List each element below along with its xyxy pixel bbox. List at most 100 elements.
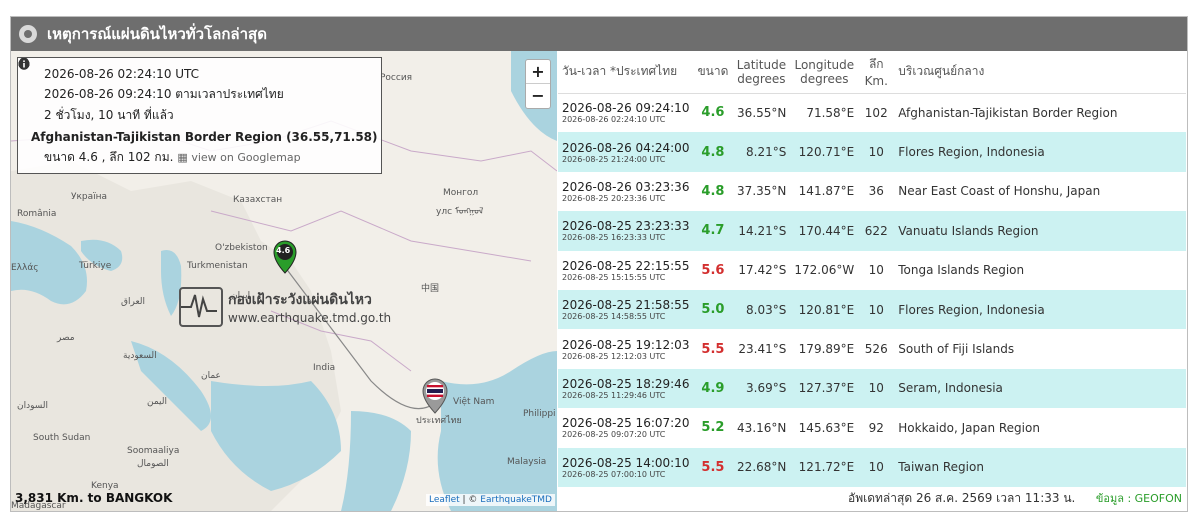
table-row[interactable]: 2026-08-25 21:58:55 2026-08-25 14:58:55 U… [558, 289, 1186, 330]
row-local-time: 2026-08-25 16:07:20 [562, 416, 690, 431]
row-depth: 102 [864, 105, 888, 120]
map[interactable]: Россия Україна România Казахстан Монгол … [11, 51, 557, 511]
info-utc-time: 2026-08-26 02:24:10 UTC [44, 66, 200, 81]
map-label: Україна [71, 192, 108, 202]
row-depth: 92 [868, 420, 884, 435]
row-local-time: 2026-08-25 22:15:55 [562, 258, 690, 273]
earthquake-panel: เหตุการณ์แผ่นดินไหวทั่วโลกล่าสุด Россия … [10, 16, 1188, 512]
map-label: South Sudan [33, 433, 91, 443]
row-datetime: 2026-08-25 16:07:20 2026-08-25 09:07:20 U… [558, 408, 693, 447]
row-region: Taiwan Region [898, 460, 984, 475]
leaflet-link[interactable]: Leaflet [429, 495, 460, 505]
row-longitude: 172.06°W [794, 263, 855, 278]
row-local-time: 2026-08-26 03:23:36 [562, 179, 690, 194]
row-longitude: 170.44°E [798, 223, 855, 238]
row-depth: 10 [868, 145, 884, 160]
row-latitude: 8.21°S [746, 145, 787, 160]
map-label: اليمن [147, 397, 168, 407]
row-region: Tonga Islands Region [898, 263, 1025, 278]
map-label: ประเทศไทย [416, 416, 462, 426]
table-row[interactable]: 2026-08-26 09:24:10 2026-08-26 02:24:10 U… [558, 93, 1186, 132]
table-row[interactable]: 2026-08-25 18:29:46 2026-08-25 11:29:46 U… [558, 368, 1186, 409]
row-datetime: 2026-08-26 09:24:10 2026-08-26 02:24:10 U… [558, 93, 693, 132]
map-icon: ▦ [177, 151, 192, 164]
table-row[interactable]: 2026-08-25 14:00:10 2026-08-25 07:00:10 U… [558, 447, 1186, 487]
map-attribution: Leaflet | © EarthquakeTMD [426, 494, 555, 506]
panel-title: เหตุการณ์แผ่นดินไหวทั่วโลกล่าสุด [47, 25, 267, 43]
watermark-url: www.earthquake.tmd.go.th [228, 311, 392, 325]
header-latitude-line1: Latitude [736, 57, 787, 72]
map-label: Malaysia [507, 457, 547, 467]
event-info-box: 2026-08-26 02:24:10 UTC 2026-08-26 09:24… [17, 57, 382, 174]
googlemap-link[interactable]: ▦ view on Googlemap [177, 151, 300, 164]
map-label: Ελλάς [11, 263, 39, 273]
header-longitude-line1: Longitude [794, 57, 855, 72]
map-label: Türkiye [79, 261, 112, 271]
table-row[interactable]: 2026-08-25 16:07:20 2026-08-25 09:07:20 U… [558, 408, 1186, 447]
last-updated: อัพเดทล่าสุด 26 ส.ค. 2569 เวลา 11:33 น. [848, 491, 1076, 505]
row-depth: 526 [864, 342, 888, 357]
row-depth: 622 [864, 223, 888, 238]
row-region: Flores Region, Indonesia [898, 302, 1045, 317]
googlemap-link-label: view on Googlemap [191, 151, 301, 164]
row-local-time: 2026-08-25 18:29:46 [562, 376, 690, 391]
row-datetime: 2026-08-25 19:12:03 2026-08-25 12:12:03 U… [558, 329, 693, 368]
row-datetime: 2026-08-25 21:58:55 2026-08-25 14:58:55 U… [558, 290, 693, 329]
row-datetime: 2026-08-25 23:23:33 2026-08-25 16:23:33 U… [558, 211, 693, 250]
row-local-time: 2026-08-25 19:12:03 [562, 337, 690, 352]
row-region: Afghanistan-Tajikistan Border Region [898, 105, 1118, 120]
marker-magnitude: 4.6 [276, 246, 291, 255]
table-row[interactable]: 2026-08-26 03:23:36 2026-08-25 20:23:36 U… [558, 172, 1186, 211]
row-longitude: 120.71°E [798, 145, 855, 160]
row-latitude: 14.21°S [738, 223, 787, 238]
map-label: улс ᠮᠣᠩᠭᠣᠯ [436, 207, 484, 217]
record-icon [19, 25, 37, 43]
row-latitude: 23.41°S [738, 342, 787, 357]
row-longitude: 145.63°E [798, 420, 855, 435]
row-latitude: 3.69°S [746, 381, 787, 396]
row-depth: 36 [868, 184, 884, 199]
row-magnitude: 4.8 [701, 144, 725, 160]
header-depth: ลึก Km. [858, 51, 895, 94]
row-magnitude: 4.7 [701, 223, 725, 239]
watermark-title: กองเฝ้าระวังแผ่นดินไหว [228, 292, 372, 308]
row-latitude: 36.55°N [737, 105, 787, 120]
row-magnitude: 4.9 [701, 380, 725, 396]
row-utc-time: 2026-08-25 07:00:10 UTC [562, 469, 666, 479]
panel-header: เหตุการณ์แผ่นดินไหวทั่วโลกล่าสุด [11, 17, 1187, 51]
row-utc-time: 2026-08-25 14:58:55 UTC [562, 312, 666, 322]
header-longitude: Longitude degrees [790, 51, 859, 94]
row-longitude: 121.72°E [798, 460, 855, 475]
header-latitude: Latitude degrees [732, 51, 791, 94]
row-region: Seram, Indonesia [898, 381, 1003, 396]
row-latitude: 43.16°N [737, 420, 787, 435]
info-magnitude-depth: ขนาด 4.6 , ลึก 102 กม. [44, 150, 174, 164]
row-utc-time: 2026-08-26 02:24:10 UTC [562, 115, 666, 125]
row-depth: 10 [868, 263, 884, 278]
zoom-out-button[interactable]: − [526, 84, 550, 108]
row-datetime: 2026-08-25 14:00:10 2026-08-25 07:00:10 U… [558, 448, 693, 487]
table-row[interactable]: 2026-08-25 19:12:03 2026-08-25 12:12:03 U… [558, 329, 1186, 368]
tmd-link[interactable]: EarthquakeTMD [480, 495, 552, 505]
row-longitude: 179.89°E [798, 342, 855, 357]
map-label: السودان [17, 401, 49, 411]
zoom-in-button[interactable]: + [526, 60, 550, 84]
table-row[interactable]: 2026-08-25 23:23:33 2026-08-25 16:23:33 U… [558, 211, 1186, 251]
row-datetime: 2026-08-26 04:24:00 2026-08-25 21:24:00 U… [558, 132, 693, 171]
header-longitude-line2: degrees [800, 71, 849, 86]
table-row[interactable]: 2026-08-25 22:15:55 2026-08-25 15:15:55 U… [558, 251, 1186, 290]
table-row[interactable]: 2026-08-26 04:24:00 2026-08-25 21:24:00 U… [558, 132, 1186, 172]
row-depth: 10 [868, 381, 884, 396]
map-label: Việt Nam [453, 397, 495, 407]
row-magnitude: 5.0 [701, 302, 725, 318]
map-label: Kenya [91, 481, 119, 491]
zoom-control: + − [525, 59, 551, 109]
map-label: Philippi [523, 409, 556, 419]
header-depth-line1: ลึก [868, 57, 884, 72]
header-magnitude: ขนาด [693, 51, 733, 94]
row-magnitude: 5.5 [701, 459, 725, 475]
row-depth: 10 [868, 460, 884, 475]
attribution-separator: | © [459, 495, 481, 505]
row-utc-time: 2026-08-25 16:23:33 UTC [562, 233, 666, 243]
row-datetime: 2026-08-25 22:15:55 2026-08-25 15:15:55 U… [558, 251, 693, 290]
